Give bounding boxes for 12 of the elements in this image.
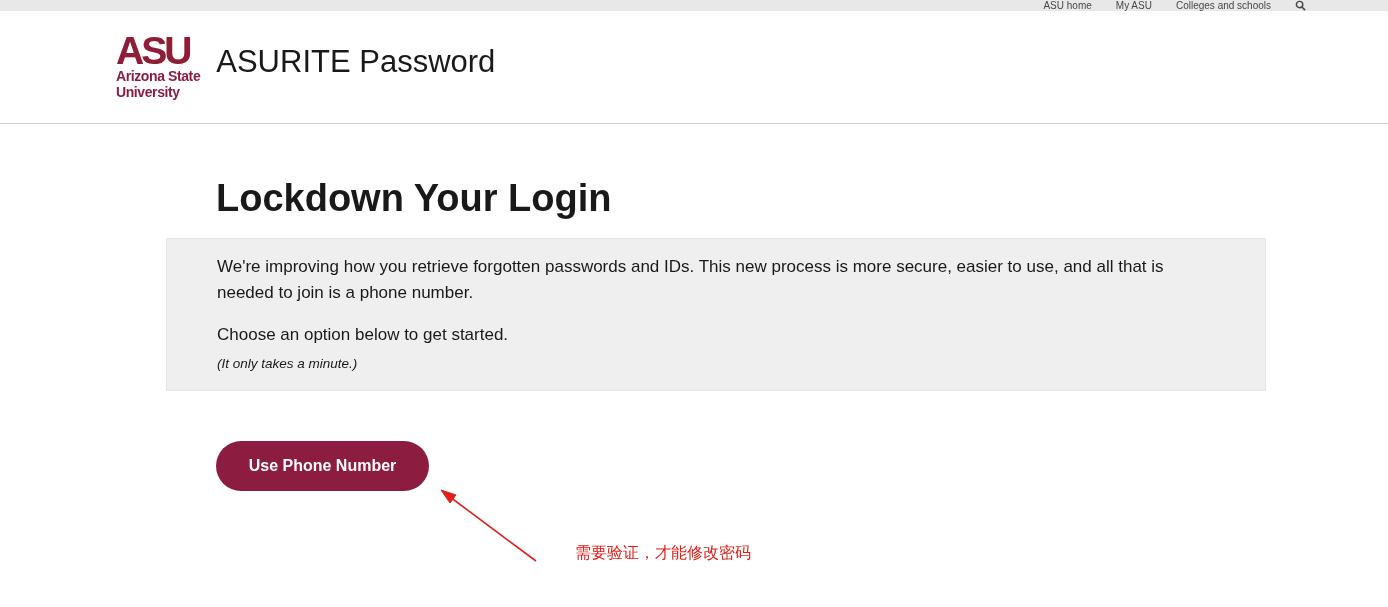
search-icon[interactable]: [1295, 0, 1306, 11]
nav-link[interactable]: Colleges and schools: [1175, 0, 1271, 11]
note-text: (It only takes a minute.): [217, 355, 359, 373]
page-title: ASURITE Password: [216, 44, 496, 80]
use-phone-button[interactable]: Use Phone Number: [216, 441, 429, 491]
nav-link[interactable]: My ASU: [1115, 0, 1152, 11]
page-heading: Lockdown Your Login: [215, 176, 613, 221]
notice-text: We're improving how you retrieve forgotten passwords and IDs. This new process is more secure, easier to use, and all that is needed to join is a phone number.: [217, 256, 1165, 304]
nav-link[interactable]: ASU home: [1043, 0, 1092, 11]
university-logo[interactable]: ASU Arizona State University: [116, 34, 201, 100]
annotation-text: 需要验证，才能修改密码: [575, 543, 751, 564]
notice-text: Choose an option below to get started.: [217, 324, 510, 346]
